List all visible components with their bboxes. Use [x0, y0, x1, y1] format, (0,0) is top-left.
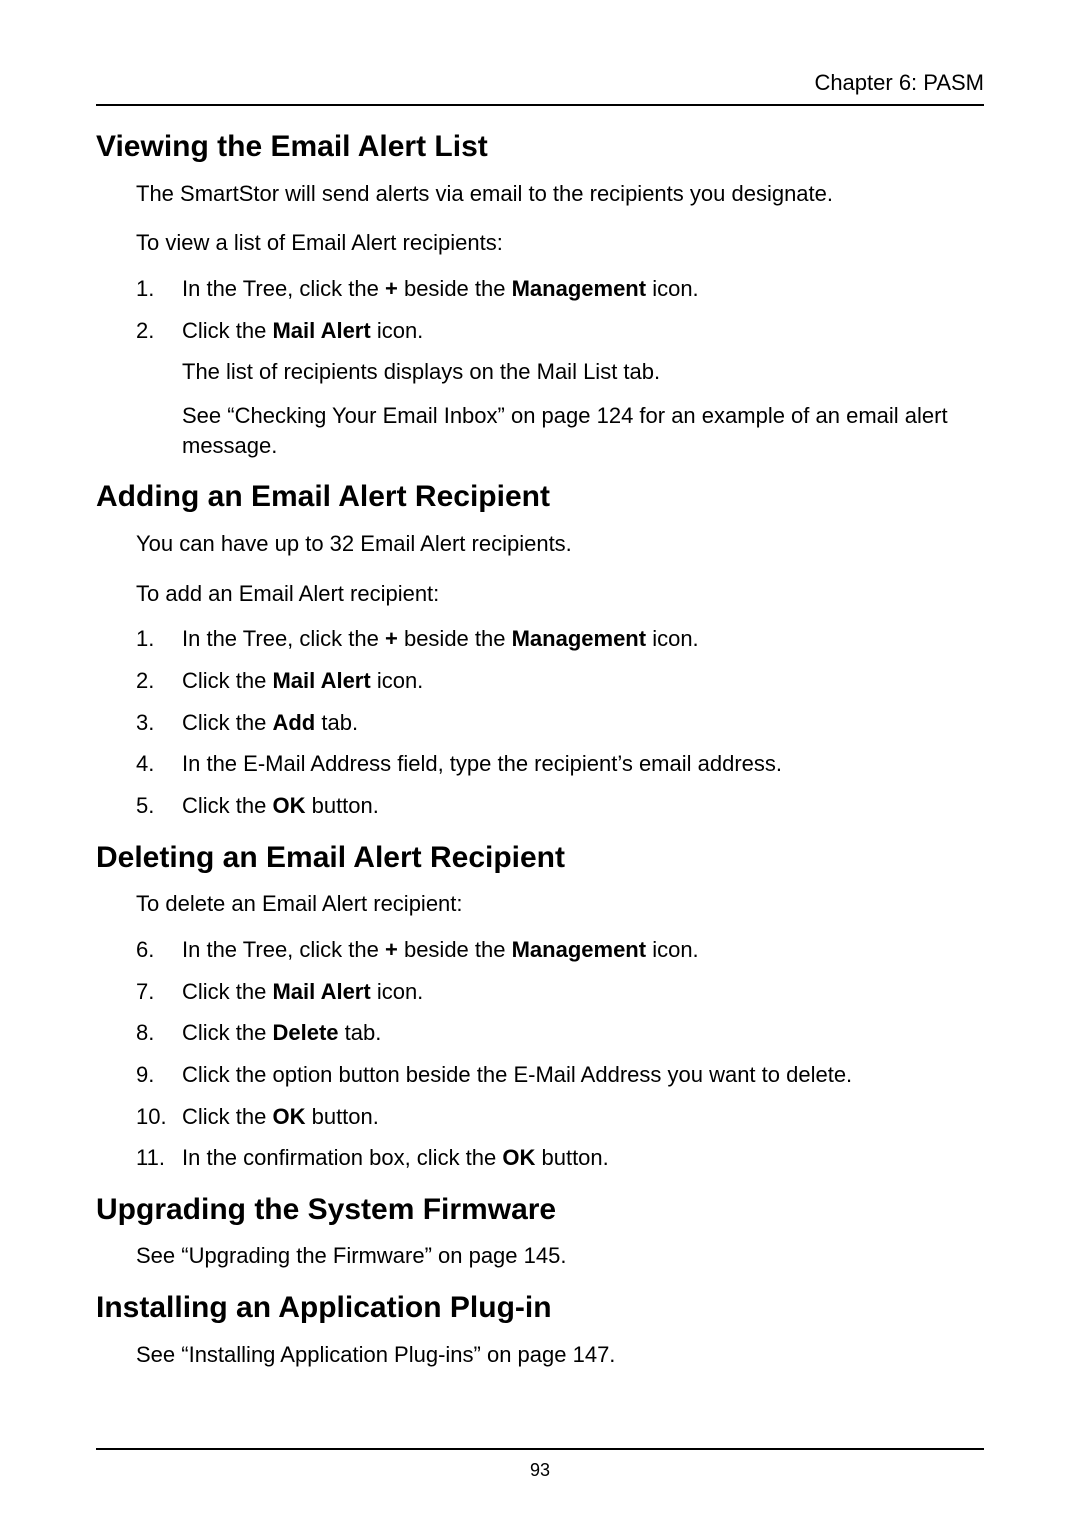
step-item: 1. In the Tree, click the + beside the M…: [136, 624, 984, 654]
step-number: 9.: [136, 1060, 182, 1090]
step-number: 5.: [136, 791, 182, 821]
paragraph: To view a list of Email Alert recipients…: [136, 228, 984, 258]
step-number: 3.: [136, 708, 182, 738]
running-head: Chapter 6: PASM: [96, 70, 984, 96]
paragraph: To add an Email Alert recipient:: [136, 579, 984, 609]
page-footer: 93: [96, 1448, 984, 1481]
step-number: 11.: [136, 1143, 182, 1173]
step-text: In the Tree, click the + beside the Mana…: [182, 935, 984, 965]
step-text: In the confirmation box, click the OK bu…: [182, 1143, 984, 1173]
step-number: 2.: [136, 316, 182, 346]
step-text: Click the Mail Alert icon.: [182, 666, 984, 696]
heading-deleting-email-alert-recipient: Deleting an Email Alert Recipient: [96, 841, 984, 876]
substep-text: The list of recipients displays on the M…: [182, 357, 984, 387]
step-item: 5. Click the OK button.: [136, 791, 984, 821]
step-list: 1. In the Tree, click the + beside the M…: [136, 274, 984, 345]
step-item: 2. Click the Mail Alert icon.: [136, 316, 984, 346]
step-text: In the Tree, click the + beside the Mana…: [182, 624, 984, 654]
step-item: 2. Click the Mail Alert icon.: [136, 666, 984, 696]
heading-adding-email-alert-recipient: Adding an Email Alert Recipient: [96, 480, 984, 515]
footer-rule: [96, 1448, 984, 1450]
step-number: 4.: [136, 749, 182, 779]
step-item: 4. In the E-Mail Address field, type the…: [136, 749, 984, 779]
paragraph: To delete an Email Alert recipient:: [136, 889, 984, 919]
heading-upgrading-system-firmware: Upgrading the System Firmware: [96, 1193, 984, 1228]
substep-text: See “Checking Your Email Inbox” on page …: [182, 401, 984, 460]
step-number: 8.: [136, 1018, 182, 1048]
step-text: Click the OK button.: [182, 1102, 984, 1132]
paragraph: See “Upgrading the Firmware” on page 145…: [136, 1241, 984, 1271]
step-item: 8. Click the Delete tab.: [136, 1018, 984, 1048]
step-item: 9. Click the option button beside the E-…: [136, 1060, 984, 1090]
step-number: 1.: [136, 624, 182, 654]
step-item: 7. Click the Mail Alert icon.: [136, 977, 984, 1007]
step-text: Click the OK button.: [182, 791, 984, 821]
paragraph: The SmartStor will send alerts via email…: [136, 179, 984, 209]
step-text: Click the Mail Alert icon.: [182, 977, 984, 1007]
step-text: Click the Mail Alert icon.: [182, 316, 984, 346]
step-item: 10. Click the OK button.: [136, 1102, 984, 1132]
step-text: In the Tree, click the + beside the Mana…: [182, 274, 984, 304]
step-item: 6. In the Tree, click the + beside the M…: [136, 935, 984, 965]
step-text: Click the Add tab.: [182, 708, 984, 738]
step-list: 6. In the Tree, click the + beside the M…: [136, 935, 984, 1173]
step-number: 10.: [136, 1102, 182, 1132]
paragraph: See “Installing Application Plug-ins” on…: [136, 1340, 984, 1370]
step-item: 3. Click the Add tab.: [136, 708, 984, 738]
heading-installing-application-plugin: Installing an Application Plug-in: [96, 1291, 984, 1326]
paragraph: You can have up to 32 Email Alert recipi…: [136, 529, 984, 559]
step-item: 1. In the Tree, click the + beside the M…: [136, 274, 984, 304]
step-text: Click the option button beside the E-Mai…: [182, 1060, 984, 1090]
step-number: 6.: [136, 935, 182, 965]
step-number: 1.: [136, 274, 182, 304]
page-number: 93: [96, 1460, 984, 1481]
step-number: 7.: [136, 977, 182, 1007]
heading-viewing-email-alert-list: Viewing the Email Alert List: [96, 130, 984, 165]
step-number: 2.: [136, 666, 182, 696]
page: Chapter 6: PASM Viewing the Email Alert …: [0, 0, 1080, 1529]
step-item: 11. In the confirmation box, click the O…: [136, 1143, 984, 1173]
step-text: In the E-Mail Address field, type the re…: [182, 749, 984, 779]
step-text: Click the Delete tab.: [182, 1018, 984, 1048]
step-list: 1. In the Tree, click the + beside the M…: [136, 624, 984, 820]
header-rule: [96, 104, 984, 106]
